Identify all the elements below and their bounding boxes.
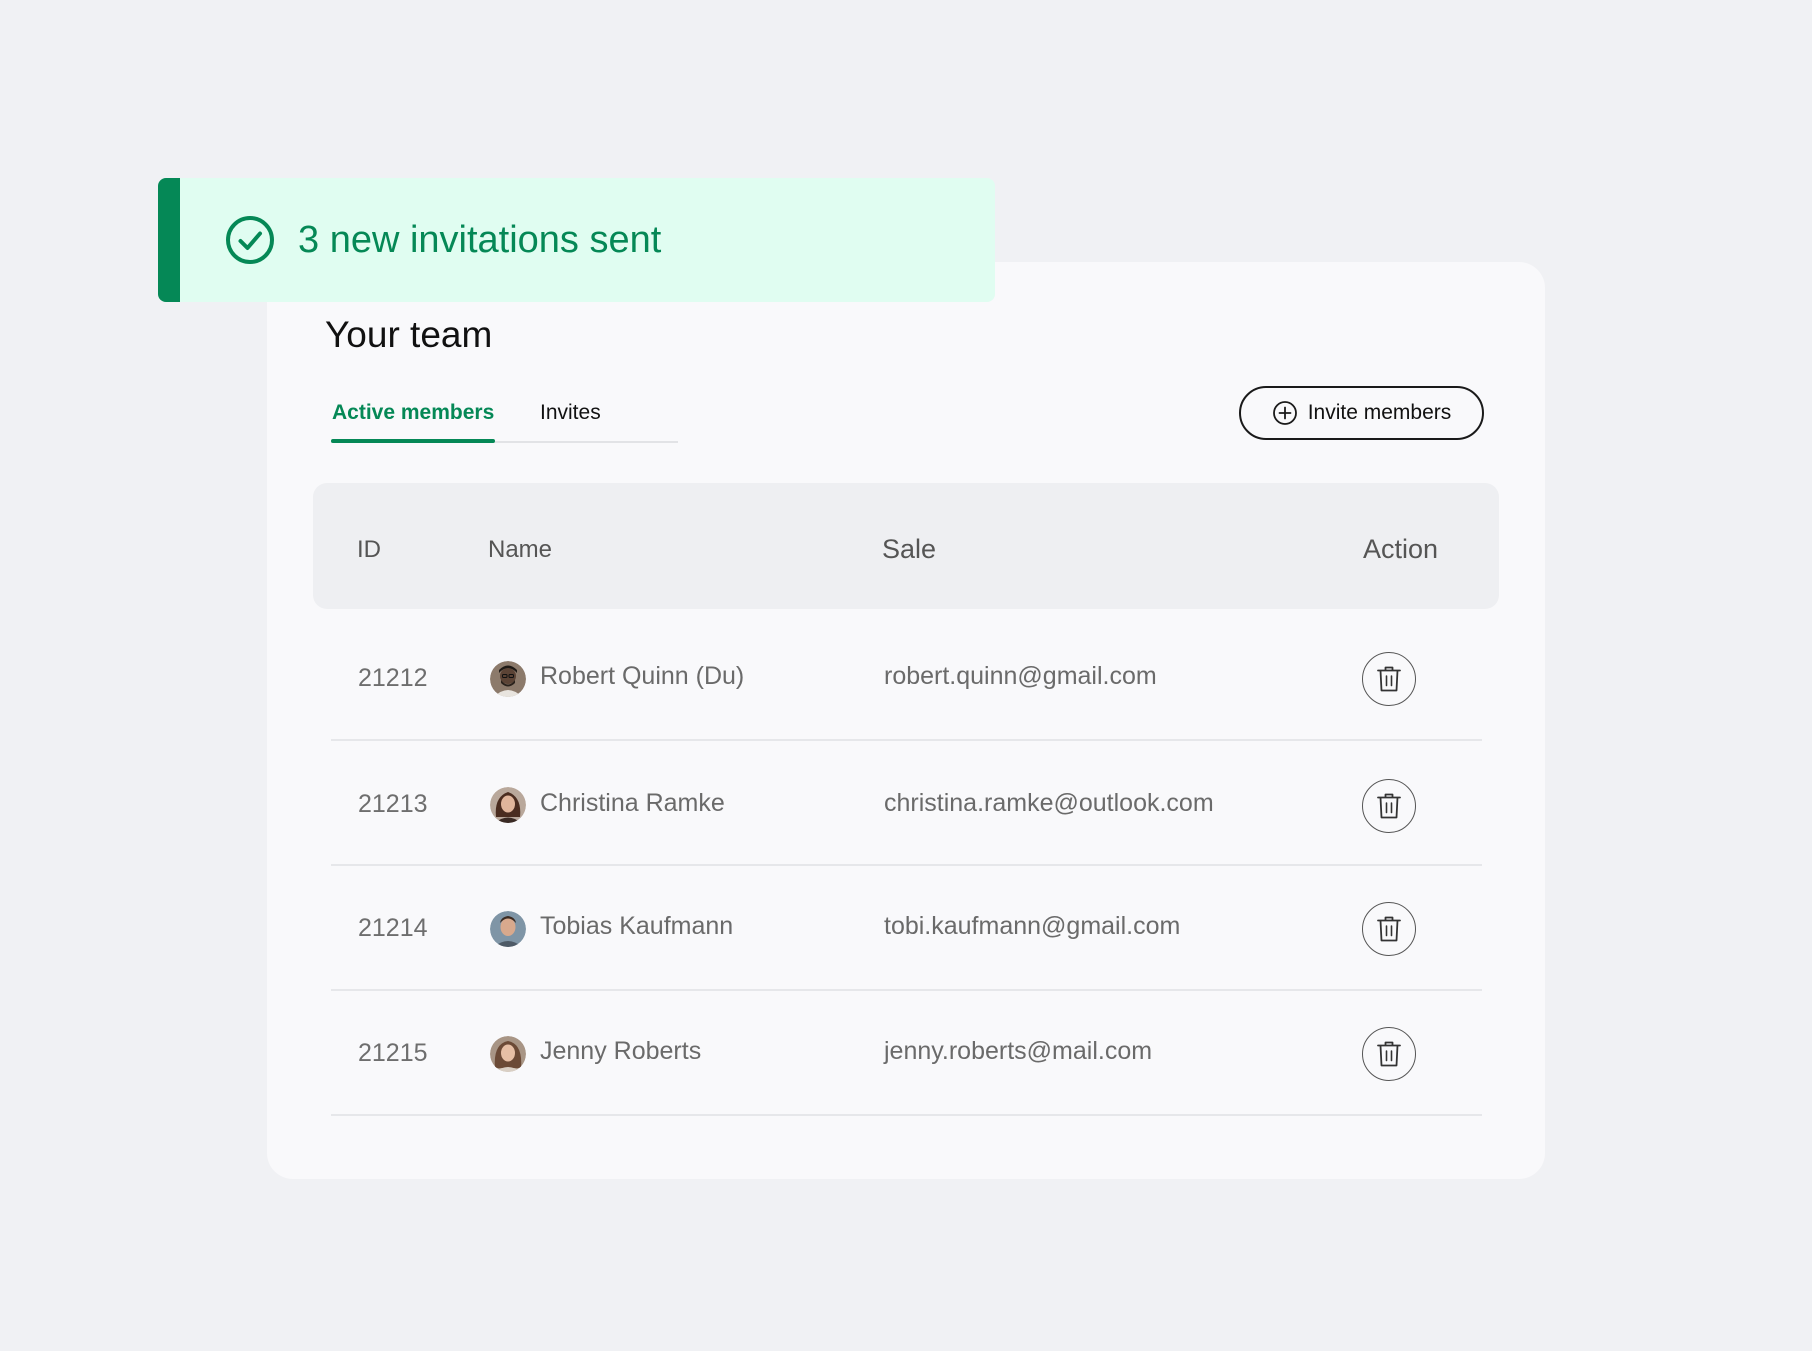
page-title: Your team <box>325 314 493 355</box>
success-toast: 3 new invitations sent <box>158 178 995 302</box>
delete-member-button[interactable] <box>1362 1027 1416 1081</box>
column-header-name: Name <box>488 536 553 563</box>
avatar <box>490 661 526 697</box>
avatar <box>490 1036 526 1072</box>
table-row: 21215 Jenny Roberts jenny.roberts@mail.c… <box>331 991 1482 1116</box>
delete-member-button[interactable] <box>1362 779 1416 833</box>
member-email: robert.quinn@gmail.com <box>884 662 1157 690</box>
trash-icon <box>1377 1041 1401 1067</box>
avatar <box>490 911 526 947</box>
trash-icon <box>1377 666 1401 692</box>
trash-icon <box>1377 793 1401 819</box>
member-id: 21212 <box>358 664 428 692</box>
toast-message: 3 new invitations sent <box>298 219 662 261</box>
member-email: christina.ramke@outlook.com <box>884 789 1214 817</box>
column-header-action: Action <box>1363 534 1439 564</box>
member-name: Tobias Kaufmann <box>540 912 734 940</box>
table-row: 21213 Christina Ramke christina.ramke@ou… <box>331 741 1482 866</box>
member-name: Christina Ramke <box>540 789 725 817</box>
table-row: 21214 Tobias Kaufmann tobi.kaufmann@gmai… <box>331 866 1482 991</box>
member-id: 21213 <box>358 790 428 818</box>
avatar <box>490 787 526 823</box>
tab-active-members[interactable]: Active members <box>332 398 494 428</box>
check-circle-icon <box>226 216 274 264</box>
trash-icon <box>1377 916 1401 942</box>
member-name: Robert Quinn (Du) <box>540 662 745 690</box>
member-email: tobi.kaufmann@gmail.com <box>884 912 1181 940</box>
column-header-sale: Sale <box>882 534 937 564</box>
column-header-id: ID <box>357 536 381 563</box>
plus-circle-icon <box>1272 401 1297 425</box>
member-id: 21215 <box>358 1039 428 1067</box>
tab-invites[interactable]: Invites <box>540 398 601 428</box>
table-row: 21212 Robert Quinn (Du) robert.quinn@gma… <box>331 616 1482 741</box>
member-email: jenny.roberts@mail.com <box>884 1037 1153 1065</box>
member-name: Jenny Roberts <box>540 1037 702 1065</box>
invite-members-button[interactable]: Invite members <box>1239 386 1484 440</box>
delete-member-button[interactable] <box>1362 902 1416 956</box>
active-tab-indicator <box>331 439 495 443</box>
invite-members-label: Invite members <box>1307 401 1452 424</box>
delete-member-button[interactable] <box>1362 652 1416 706</box>
member-id: 21214 <box>358 914 428 942</box>
table-header: ID Name Sale Action <box>313 483 1499 609</box>
toast-accent-bar <box>158 178 180 302</box>
